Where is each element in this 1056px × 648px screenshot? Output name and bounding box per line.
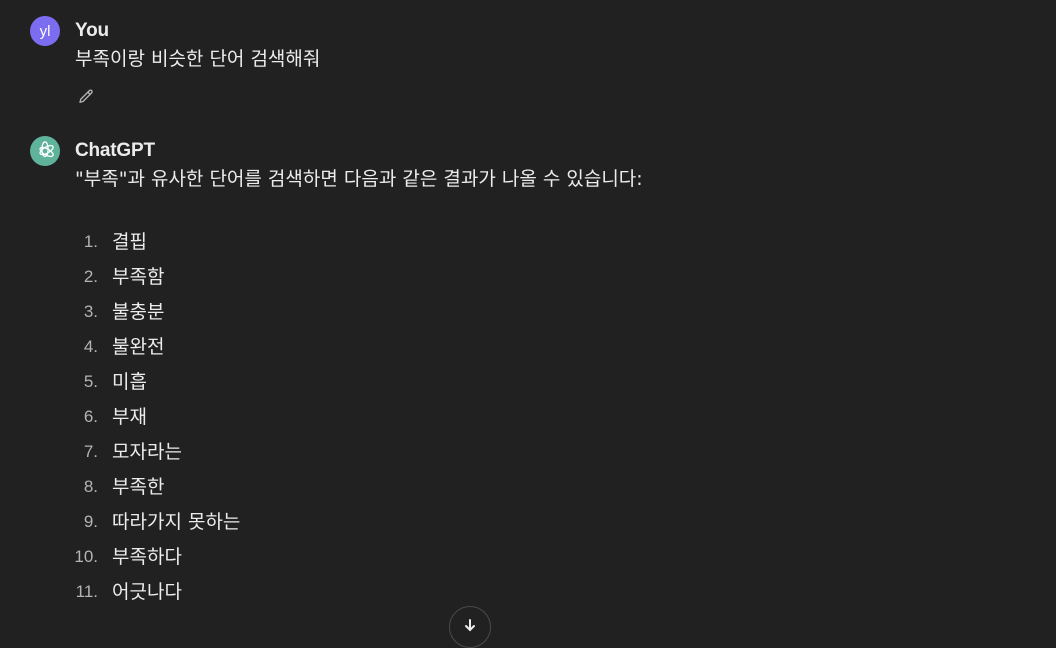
edit-message-button[interactable] bbox=[75, 86, 97, 108]
user-avatar: yl bbox=[30, 16, 60, 46]
list-item: 1. 결핍 bbox=[30, 226, 730, 261]
list-item-number: 5. bbox=[83, 372, 98, 391]
list-item: 3. 불충분 bbox=[30, 296, 730, 331]
list-item: 6. 부재 bbox=[30, 401, 730, 436]
list-item-text: 미흡 bbox=[112, 371, 147, 393]
user-avatar-initials: yl bbox=[39, 22, 51, 40]
user-author-name: You bbox=[75, 20, 109, 41]
list-item-number: 3. bbox=[83, 302, 98, 321]
list-item-text: 결핍 bbox=[112, 231, 147, 253]
list-item-number: 1. bbox=[83, 232, 98, 251]
list-item: 5. 미흡 bbox=[30, 366, 730, 401]
list-item-text: 불완전 bbox=[112, 336, 165, 358]
list-item: 11. 어긋나다 bbox=[30, 576, 730, 611]
list-item-number: 4. bbox=[83, 337, 98, 356]
list-item-text: 부재 bbox=[112, 406, 147, 428]
list-item: 8. 부족한 bbox=[30, 471, 730, 506]
list-item-number: 11. bbox=[75, 582, 98, 601]
list-item-number: 10. bbox=[74, 547, 98, 566]
list-item-text: 부족하다 bbox=[112, 546, 182, 568]
list-item: 4. 불완전 bbox=[30, 331, 730, 366]
list-item-text: 부족한 bbox=[112, 476, 165, 498]
list-item-text: 불충분 bbox=[112, 301, 165, 323]
arrow-down-icon bbox=[465, 619, 475, 632]
list-item-number: 6. bbox=[83, 407, 98, 426]
list-item-number: 8. bbox=[83, 477, 98, 496]
list-item-text: 부족함 bbox=[112, 266, 165, 288]
assistant-author-name: ChatGPT bbox=[75, 140, 155, 161]
list-item: 9. 따라가지 못하는 bbox=[30, 506, 730, 541]
assistant-avatar bbox=[30, 136, 60, 166]
scroll-to-bottom-button[interactable] bbox=[449, 606, 491, 648]
openai-logo-icon bbox=[39, 141, 54, 158]
pencil-icon bbox=[79, 89, 93, 103]
list-item-number: 9. bbox=[83, 512, 98, 531]
user-message-text: 부족이랑 비슷한 단어 검색해줘 bbox=[75, 48, 321, 70]
assistant-intro-text: "부족"과 유사한 단어를 검색하면 다음과 같은 결과가 나올 수 있습니다: bbox=[75, 168, 643, 190]
list-item: 10. 부족하다 bbox=[30, 541, 730, 576]
list-item-number: 7. bbox=[83, 442, 98, 461]
list-item-text: 따라가지 못하는 bbox=[112, 511, 241, 533]
list-item: 7. 모자라는 bbox=[30, 436, 730, 471]
list-item-text: 어긋나다 bbox=[112, 581, 182, 603]
list-item: 2. 부족함 bbox=[30, 261, 730, 296]
list-item-number: 2. bbox=[83, 267, 98, 286]
answer-list: 1. 결핍 2. 부족함 3. 불충분 4. 불완전 5. 미흡 6. 부재 7. 모자라는 … bbox=[30, 226, 730, 611]
list-item-text: 모자라는 bbox=[112, 441, 182, 463]
